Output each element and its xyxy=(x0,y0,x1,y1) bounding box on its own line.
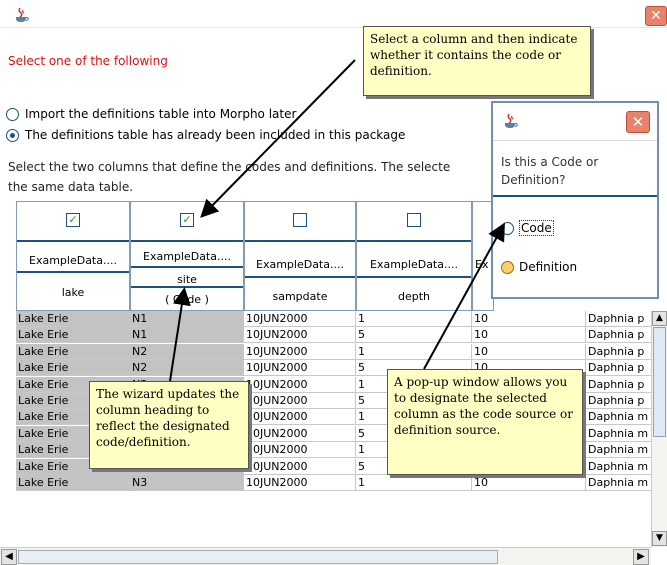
instruction-line-2: the same data table. xyxy=(8,180,134,194)
table-cell[interactable]: N2 xyxy=(130,360,244,377)
scroll-right-button[interactable]: ▶ xyxy=(633,549,649,565)
table-cell[interactable]: 1 xyxy=(356,343,472,360)
table-cell[interactable]: Lake Erie xyxy=(16,360,130,377)
table-cell[interactable]: 10JUN2000 xyxy=(244,458,356,475)
radio-already-included[interactable] xyxy=(6,128,19,142)
table-cell[interactable]: 10JUN2000 xyxy=(244,425,356,442)
horizontal-scroll-thumb[interactable] xyxy=(18,550,498,564)
callout-popup-window: A pop-up window allows you to designate … xyxy=(387,369,583,475)
table-cell[interactable]: 10JUN2000 xyxy=(244,442,356,459)
popup-title-bar: ✕ xyxy=(493,103,657,141)
table-row[interactable]: Lake Erie N1 10JUN2000 1 10 Daphnia p xyxy=(16,311,656,327)
vertical-scroll-thumb[interactable] xyxy=(653,327,666,437)
table-cell[interactable]: N2 xyxy=(130,343,244,360)
column-name-site: site xyxy=(177,273,197,286)
table-cell[interactable]: 1 xyxy=(356,311,472,327)
option-import-later[interactable]: Import the definitions table into Morpho… xyxy=(6,107,296,121)
table-cell[interactable]: 5 xyxy=(356,327,472,344)
popup-option-definition[interactable]: Definition xyxy=(501,260,577,274)
table-row[interactable]: Lake Erie N3 10JUN2000 1 10 Daphnia m xyxy=(16,475,656,491)
table-cell[interactable]: 1 xyxy=(356,475,472,491)
radio-import-later[interactable] xyxy=(6,107,19,121)
table-cell[interactable]: Daphnia p xyxy=(586,327,656,344)
table-cell[interactable]: 10JUN2000 xyxy=(244,393,356,409)
column-header-lake[interactable]: ✓ ExampleData.... lake xyxy=(16,201,130,311)
radio-code[interactable] xyxy=(501,221,514,235)
column-header-depth[interactable]: ExampleData.... depth xyxy=(356,201,472,311)
popup-option-definition-label: Definition xyxy=(519,260,578,274)
column-checkbox-site[interactable]: ✓ xyxy=(180,213,194,227)
code-definition-wizard: ✕ Select one of the following Import the… xyxy=(0,0,667,565)
column-name-lake: lake xyxy=(61,286,85,299)
popup-option-code[interactable]: Code xyxy=(501,220,554,236)
table-cell[interactable]: Daphnia m xyxy=(586,459,656,475)
column-source-site: ExampleData.... xyxy=(143,250,231,263)
select-prompt: Select one of the following xyxy=(8,54,168,68)
column-name-depth: depth xyxy=(397,290,431,303)
column-source-lake: ExampleData.... xyxy=(29,254,117,267)
title-bar: ✕ xyxy=(0,0,667,28)
column-checkbox-sampdate[interactable] xyxy=(293,213,307,227)
instruction-line-1: Select the two columns that define the c… xyxy=(8,160,451,174)
table-cell[interactable]: Daphnia m xyxy=(586,409,656,426)
table-cell[interactable]: 10JUN2000 xyxy=(244,409,356,426)
table-cell[interactable]: N3 xyxy=(130,475,244,491)
table-cell[interactable]: Daphnia m xyxy=(586,475,656,491)
callout-select-column: Select a column and then indicate whethe… xyxy=(363,26,591,96)
code-or-definition-popup: ✕ Is this a Code or Definition? Code Def… xyxy=(491,101,659,299)
table-row[interactable]: Lake Erie N2 10JUN2000 1 10 Daphnia p xyxy=(16,343,656,360)
popup-divider xyxy=(493,195,657,197)
scroll-up-button[interactable]: ▲ xyxy=(652,311,667,326)
java-icon xyxy=(16,7,29,22)
column-header-sampdate[interactable]: ExampleData.... sampdate xyxy=(244,201,356,311)
table-cell[interactable]: N1 xyxy=(130,311,244,327)
table-cell[interactable]: 10JUN2000 xyxy=(244,311,356,327)
table-cell[interactable]: Daphnia p xyxy=(586,344,656,360)
table-cell[interactable]: 10JUN2000 xyxy=(244,475,356,491)
option-already-included[interactable]: The definitions table has already been i… xyxy=(6,128,405,142)
table-cell[interactable]: Lake Erie xyxy=(16,311,130,327)
column-header-site[interactable]: ✓ ExampleData.... site ( Code ) xyxy=(130,201,244,311)
table-cell[interactable]: 10JUN2000 xyxy=(244,376,356,393)
table-cell[interactable]: Daphnia p xyxy=(586,311,656,327)
table-cell[interactable]: Lake Erie xyxy=(16,327,130,344)
window-close-button[interactable]: ✕ xyxy=(645,6,667,26)
column-source-depth: ExampleData.... xyxy=(370,258,458,271)
radio-definition[interactable] xyxy=(501,260,514,274)
horizontal-scrollbar[interactable]: ◀ ▶ xyxy=(0,547,651,565)
column-checkbox-depth[interactable] xyxy=(407,213,421,227)
column-source-sampdate: ExampleData.... xyxy=(256,258,344,271)
table-cell[interactable]: N1 xyxy=(130,327,244,344)
popup-close-button[interactable]: ✕ xyxy=(626,111,650,133)
column-role-site: ( Code ) xyxy=(165,293,209,306)
option-import-later-label: Import the definitions table into Morpho… xyxy=(25,107,297,121)
table-cell[interactable]: Daphnia m xyxy=(586,426,656,442)
table-cell[interactable]: Lake Erie xyxy=(16,475,130,491)
scroll-left-button[interactable]: ◀ xyxy=(1,549,17,565)
table-cell[interactable]: 10 xyxy=(472,327,586,344)
table-cell[interactable]: Daphnia p xyxy=(586,360,656,377)
table-cell[interactable]: Daphnia p xyxy=(586,393,656,409)
table-cell[interactable]: Lake Erie xyxy=(16,343,130,360)
java-icon xyxy=(505,113,518,128)
callout-wizard-updates: The wizard updates the column heading to… xyxy=(89,381,249,469)
option-already-included-label: The definitions table has already been i… xyxy=(25,128,406,142)
column-name-sampdate: sampdate xyxy=(272,290,328,303)
instruction-text: Select the two columns that define the c… xyxy=(8,157,498,197)
table-row[interactable]: Lake Erie N1 10JUN2000 5 10 Daphnia p xyxy=(16,327,656,344)
table-cell[interactable]: Daphnia p xyxy=(586,377,656,393)
table-cell[interactable]: 10JUN2000 xyxy=(244,343,356,360)
column-checkbox-lake[interactable]: ✓ xyxy=(66,213,80,227)
vertical-scrollbar[interactable]: ▲ ▼ xyxy=(651,311,667,547)
popup-option-code-label: Code xyxy=(519,220,554,236)
scroll-down-button[interactable]: ▼ xyxy=(652,531,667,546)
table-cell[interactable]: 10JUN2000 xyxy=(244,360,356,377)
table-cell[interactable]: 10 xyxy=(472,475,586,491)
table-cell[interactable]: 10 xyxy=(472,311,586,327)
popup-question: Is this a Code or Definition? xyxy=(501,155,599,187)
table-cell[interactable]: Daphnia m xyxy=(586,442,656,459)
table-cell[interactable]: 10 xyxy=(472,343,586,360)
table-cell[interactable]: 10JUN2000 xyxy=(244,327,356,344)
